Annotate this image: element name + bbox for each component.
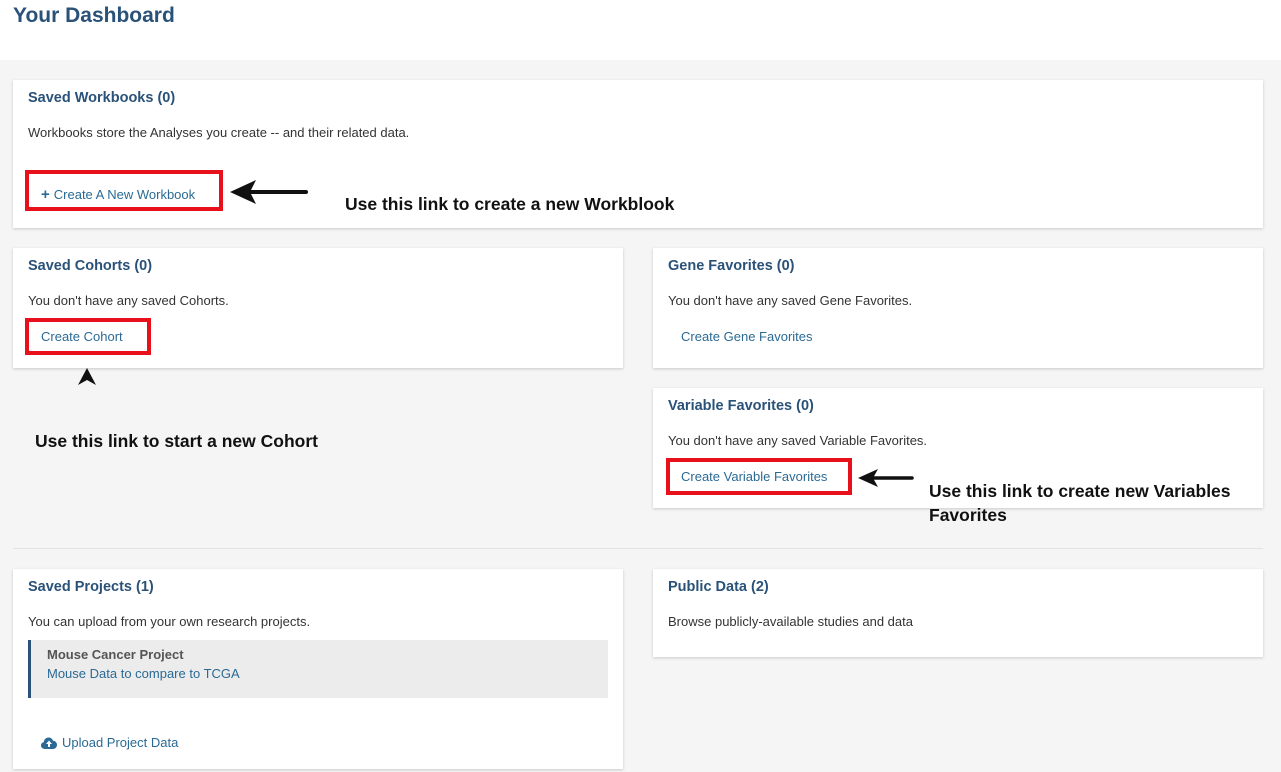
- project-list-item[interactable]: Mouse Cancer Project Mouse Data to compa…: [28, 640, 608, 698]
- gene-favorites-description: You don't have any saved Gene Favorites.: [668, 293, 913, 308]
- saved-projects-card: Saved Projects (1) You can upload from y…: [13, 569, 623, 769]
- saved-projects-description: You can upload from your own research pr…: [28, 614, 311, 629]
- public-data-card: Public Data (2) Browse publicly-availabl…: [653, 569, 1263, 657]
- variable-favorites-description: You don't have any saved Variable Favori…: [668, 433, 928, 448]
- section-divider: [13, 548, 1263, 549]
- gene-favorites-card: Gene Favorites (0) You don't have any sa…: [653, 248, 1263, 368]
- public-data-description: Browse publicly-available studies and da…: [668, 614, 913, 629]
- saved-projects-title: Saved Projects (1): [28, 579, 154, 595]
- page-title: Your Dashboard: [13, 4, 175, 27]
- project-name: Mouse Cancer Project: [47, 647, 184, 662]
- saved-cohorts-title: Saved Cohorts (0): [28, 258, 153, 274]
- arrow-left-icon: [230, 180, 308, 204]
- saved-cohorts-card: Saved Cohorts (0) You don't have any sav…: [13, 248, 623, 368]
- plus-icon: +: [41, 186, 50, 203]
- arrow-up-icon: [78, 368, 96, 385]
- create-gene-favorites-link[interactable]: Create Gene Favorites: [681, 329, 813, 344]
- create-cohort-link[interactable]: Create Cohort: [41, 329, 123, 344]
- variable-favorites-annotation-line1: Use this link to create new Variables: [929, 481, 1231, 501]
- page-header: Your Dashboard: [0, 0, 1281, 60]
- saved-cohorts-description: You don't have any saved Cohorts.: [28, 293, 229, 308]
- create-workbook-label: Create A New Workbook: [53, 187, 196, 202]
- variable-favorites-annotation-line2: Favorites: [929, 505, 1007, 525]
- cohort-annotation: Use this link to start a new Cohort: [35, 431, 318, 451]
- public-data-title: Public Data (2): [668, 579, 769, 595]
- project-description-link[interactable]: Mouse Data to compare to TCGA: [47, 666, 240, 681]
- cloud-upload-icon: [41, 737, 57, 749]
- saved-workbooks-description: Workbooks store the Analyses you create …: [28, 125, 410, 140]
- upload-project-data-link[interactable]: Upload Project Data: [41, 735, 178, 750]
- create-variable-favorites-link[interactable]: Create Variable Favorites: [681, 469, 827, 484]
- upload-project-data-label: Upload Project Data: [62, 735, 179, 750]
- workbook-annotation: Use this link to create a new Workblook: [345, 194, 675, 214]
- arrow-left-icon: [858, 469, 914, 487]
- gene-favorites-title: Gene Favorites (0): [668, 258, 795, 274]
- saved-workbooks-title: Saved Workbooks (0): [28, 90, 176, 106]
- create-workbook-link[interactable]: + Create A New Workbook: [41, 186, 195, 203]
- variable-favorites-title: Variable Favorites (0): [668, 398, 814, 414]
